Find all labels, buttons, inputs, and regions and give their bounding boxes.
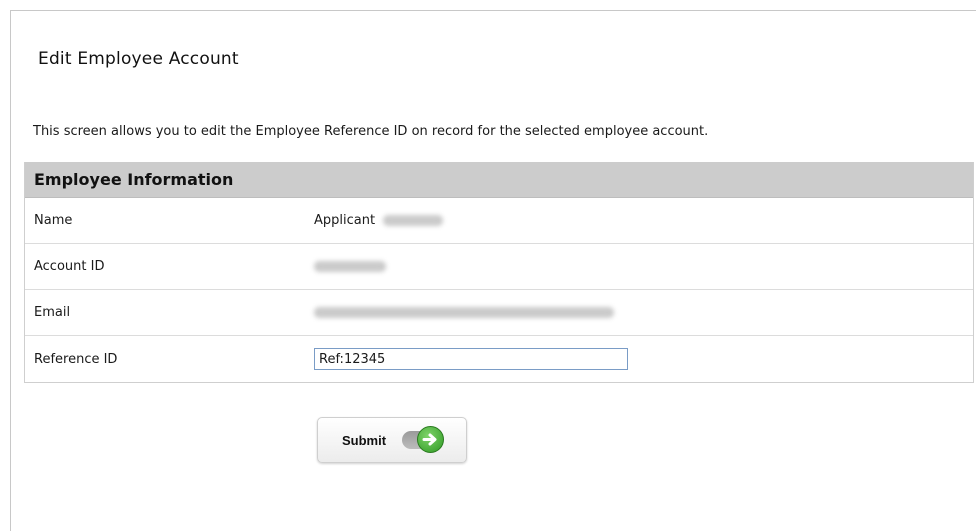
intro-text: This screen allows you to edit the Emplo…	[33, 124, 709, 139]
submit-toggle-track	[402, 426, 445, 453]
name-value: Applicant	[314, 213, 444, 228]
redacted-account-id	[314, 261, 386, 272]
email-value	[314, 307, 614, 318]
row-reference-id: Reference ID	[25, 336, 973, 382]
frame-left-border	[10, 10, 11, 531]
name-value-text: Applicant	[314, 213, 376, 228]
reference-id-label: Reference ID	[34, 351, 118, 367]
employee-information-panel: Employee Information Name Applicant Acco…	[24, 162, 974, 383]
redacted-email	[314, 307, 614, 318]
submit-label: Submit	[342, 432, 387, 448]
name-label: Name	[34, 213, 73, 228]
row-name: Name Applicant	[25, 198, 973, 244]
arrow-right-icon	[417, 426, 445, 453]
reference-id-input[interactable]	[314, 348, 628, 370]
panel-header: Employee Information	[25, 162, 973, 198]
account-id-label: Account ID	[34, 259, 105, 274]
reference-id-value	[314, 348, 628, 370]
submit-button[interactable]: Submit	[317, 417, 467, 463]
row-email: Email	[25, 290, 973, 336]
email-label: Email	[34, 305, 71, 320]
page-title: Edit Employee Account	[38, 49, 239, 69]
frame-top-border	[10, 10, 976, 11]
row-account-id: Account ID	[25, 244, 973, 290]
redacted-name	[383, 215, 444, 226]
account-id-value	[314, 261, 386, 272]
